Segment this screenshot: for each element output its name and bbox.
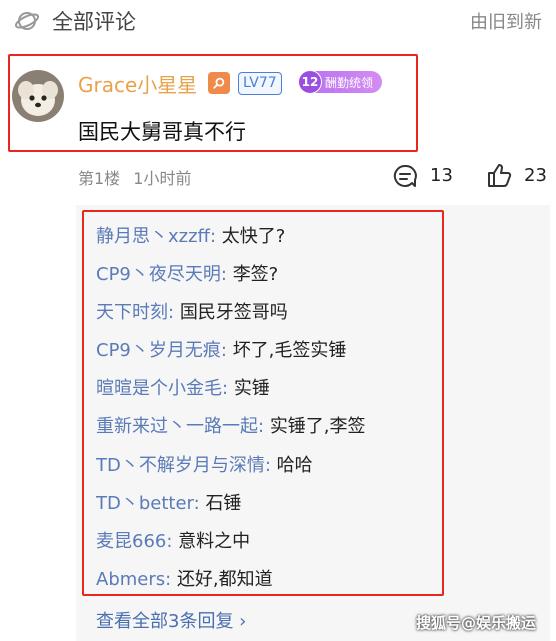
comments-header: 全部评论 由旧到新 [0, 0, 556, 42]
fan-badge-level: 12 [298, 70, 322, 94]
reply-item[interactable]: TD丶better: 石锤 [96, 489, 241, 515]
reply-item[interactable]: 静月思丶xzzff: 太快了? [96, 222, 285, 248]
reply-item[interactable]: 麦昆666: 意料之中 [96, 527, 250, 553]
reply-item[interactable]: CP9丶岁月无痕: 坏了,毛签实锤 [96, 336, 346, 362]
fan-badge[interactable]: 12 酬勤统领 [298, 70, 382, 94]
comment-meta: 第1楼 1小时前 [78, 165, 191, 189]
comment-username[interactable]: Grace小星星 [78, 69, 197, 98]
comments-title: 全部评论 [52, 10, 136, 34]
reply-item[interactable]: 重新来过丶一路一起: 实锤了,李签 [96, 412, 366, 438]
reply-item[interactable]: CP9丶夜尽天明: 李签? [96, 260, 278, 286]
view-all-replies-link[interactable]: 查看全部3条回复 › [96, 607, 246, 633]
reply-count: 13 [430, 165, 453, 186]
comment-time: 1小时前 [133, 169, 192, 188]
avatar[interactable] [12, 70, 64, 122]
sort-order-button[interactable]: 由旧到新 [470, 8, 542, 34]
reply-icon[interactable] [392, 163, 418, 189]
reply-item[interactable]: Abmers: 还好,都知道 [96, 565, 273, 591]
like-count: 23 [524, 165, 547, 186]
search-badge-icon [208, 72, 230, 94]
thumbs-up-icon[interactable] [486, 162, 512, 188]
watermark: 搜狐号@娱乐搬运 [416, 614, 537, 632]
fan-badge-text: 酬勤统领 [325, 76, 374, 90]
reply-item[interactable]: 天下时刻: 国民牙签哥吗 [96, 298, 288, 324]
reply-item[interactable]: 暄暄是个小金毛: 实锤 [96, 374, 270, 400]
comment-text: 国民大舅哥真不行 [78, 120, 246, 144]
level-badge: LV77 [238, 72, 282, 95]
reply-item[interactable]: TD丶不解岁月与深情: 哈哈 [96, 451, 313, 477]
planet-icon [14, 12, 40, 30]
floor-label: 第1楼 [78, 169, 121, 188]
